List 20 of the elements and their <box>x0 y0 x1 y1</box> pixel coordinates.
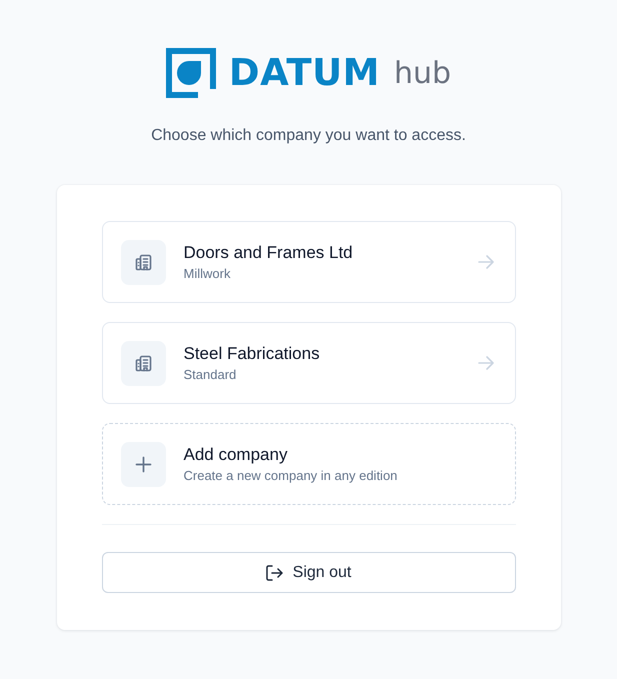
arrow-right-icon <box>478 255 494 269</box>
logo-icon <box>166 48 216 98</box>
company-edition: Millwork <box>184 265 230 282</box>
plus-icon <box>120 442 166 486</box>
arrow-right-icon <box>478 356 494 370</box>
company-name: Steel Fabrications <box>184 343 320 365</box>
sign-out-icon <box>266 564 283 580</box>
company-name: Doors and Frames Ltd <box>184 242 353 264</box>
company-option[interactable]: Steel Fabrications Standard <box>102 322 516 404</box>
company-edition: Standard <box>184 366 236 383</box>
logo-suffix: hub <box>394 56 452 92</box>
logo-wordmark: DATUM <box>228 53 380 93</box>
add-company-option[interactable]: Add company Create a new company in any edition <box>102 423 516 505</box>
instruction-text: Choose which company you want to access. <box>151 126 466 146</box>
company-option[interactable]: Doors and Frames Ltd Millwork <box>102 221 516 303</box>
sign-out-button[interactable]: Sign out <box>102 552 516 593</box>
building-icon <box>120 340 166 386</box>
building-icon <box>120 240 166 284</box>
option-description: Create a new company in any edition <box>184 467 398 484</box>
option-title: Add company <box>184 444 288 466</box>
